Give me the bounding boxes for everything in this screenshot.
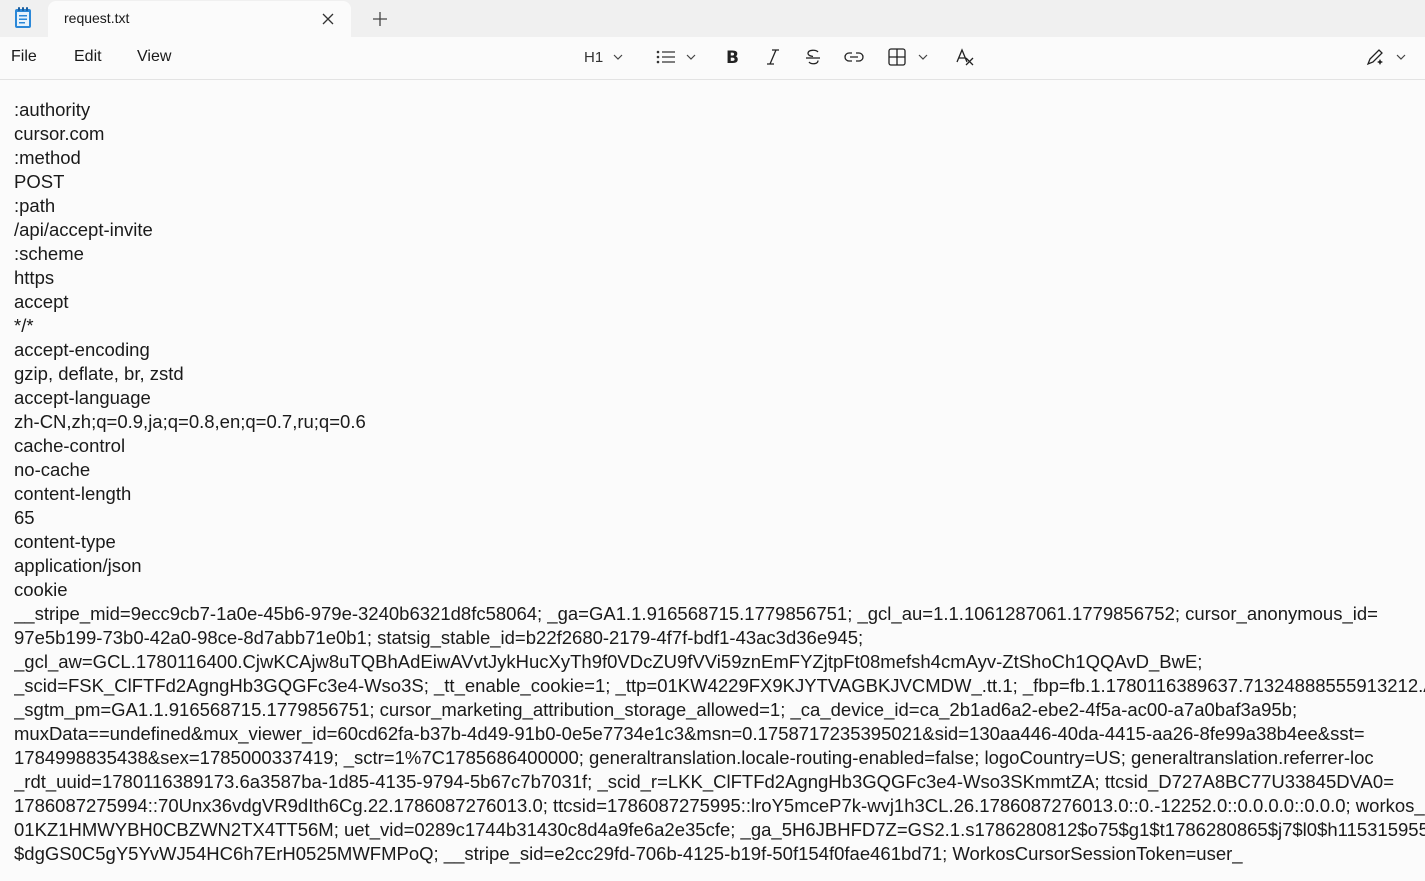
document-line: cache-control — [14, 435, 126, 456]
document-line: :authority — [14, 99, 91, 120]
chevron-down-icon — [917, 51, 929, 63]
document-line: __stripe_mid=9ecc9cb7-1a0e-45b6-979e-324… — [14, 603, 1378, 624]
document-line: 1786087275994::70Unx36vdgVR9dIth6Cg.22.1… — [14, 795, 1425, 816]
document-line: /api/accept-invite — [14, 219, 153, 240]
document-line: content-length — [14, 483, 132, 504]
document-line: _sgtm_pm=GA1.1.916568715.1779856751; cur… — [14, 699, 1298, 720]
document-line: cookie — [14, 579, 68, 600]
document-line: no-cache — [14, 459, 91, 480]
document-line: https — [14, 267, 55, 288]
document-line: accept-language — [14, 387, 151, 408]
clear-formatting-icon[interactable] — [955, 46, 975, 68]
chevron-down-icon — [612, 51, 624, 63]
table-dropdown[interactable] — [887, 46, 929, 68]
svg-text:B: B — [726, 48, 739, 67]
document-line: muxData==undefined&mux_viewer_id=60cd62f… — [14, 723, 1365, 744]
document-line: :scheme — [14, 243, 84, 264]
copilot-dropdown[interactable] — [1365, 46, 1407, 68]
document-line: application/json — [14, 555, 142, 576]
document-line: 01KZ1HMWYBH0CBZWN2TX4TT56M; uet_vid=0289… — [14, 819, 1425, 840]
close-icon[interactable] — [319, 10, 337, 28]
tab-title: request.txt — [64, 10, 130, 26]
document-line: :method — [14, 147, 81, 168]
notepad-icon — [12, 6, 34, 30]
document-line: _scid=FSK_ClFTFd2AgngHb3GQGFc3e4-Wso3S; … — [14, 675, 1425, 696]
heading-dropdown[interactable]: H1 — [584, 46, 624, 68]
list-dropdown[interactable] — [655, 46, 697, 68]
document-line: :path — [14, 195, 56, 216]
document-line: 1784998835438&sex=1785000337419; _sctr=1… — [14, 747, 1374, 768]
table-icon — [887, 47, 907, 67]
bulleted-list-icon — [655, 47, 677, 67]
bold-icon[interactable]: B — [724, 46, 742, 68]
tab-request-txt[interactable]: request.txt — [48, 1, 351, 37]
document-line: 97e5b199-73b0-42a0-98ce-8d7abb71e0b1; st… — [14, 627, 864, 648]
chevron-down-icon — [1395, 51, 1407, 63]
menu-file[interactable]: File — [11, 48, 37, 66]
italic-icon[interactable] — [764, 46, 782, 68]
document-line: 65 — [14, 507, 35, 528]
document-line: gzip, deflate, br, zstd — [14, 363, 184, 384]
menu-bar: File Edit View — [0, 37, 1425, 80]
title-bar: request.txt — [0, 0, 1425, 37]
copilot-pen-icon — [1365, 47, 1385, 67]
document-line: POST — [14, 171, 65, 192]
plus-icon[interactable] — [370, 9, 390, 29]
link-icon[interactable] — [843, 46, 865, 68]
menu-view[interactable]: View — [137, 48, 171, 66]
document-line: */* — [14, 315, 34, 336]
strikethrough-icon[interactable] — [804, 46, 822, 68]
document-line: _gcl_aw=GCL.1780116400.CjwKCAjw8uTQBhAdE… — [14, 651, 1203, 672]
document-line: content-type — [14, 531, 116, 552]
document-line: accept — [14, 291, 69, 312]
document-line: _rdt_uuid=1780116389173.6a3587ba-1d85-41… — [14, 771, 1394, 792]
document-line: $dgGS0C5gY5YvWJ54HC6h7ErH0525MWFMPoQ; __… — [14, 843, 1243, 864]
document-line: zh-CN,zh;q=0.9,ja;q=0.8,en;q=0.7,ru;q=0.… — [14, 411, 366, 432]
text-editor[interactable]: :authority cursor.com :method POST :path/api… — [14, 98, 1425, 881]
heading-label: H1 — [584, 48, 604, 66]
menu-edit[interactable]: Edit — [74, 48, 102, 66]
chevron-down-icon — [685, 51, 697, 63]
document-line: cursor.com — [14, 123, 105, 144]
document-line: accept-encoding — [14, 339, 150, 360]
